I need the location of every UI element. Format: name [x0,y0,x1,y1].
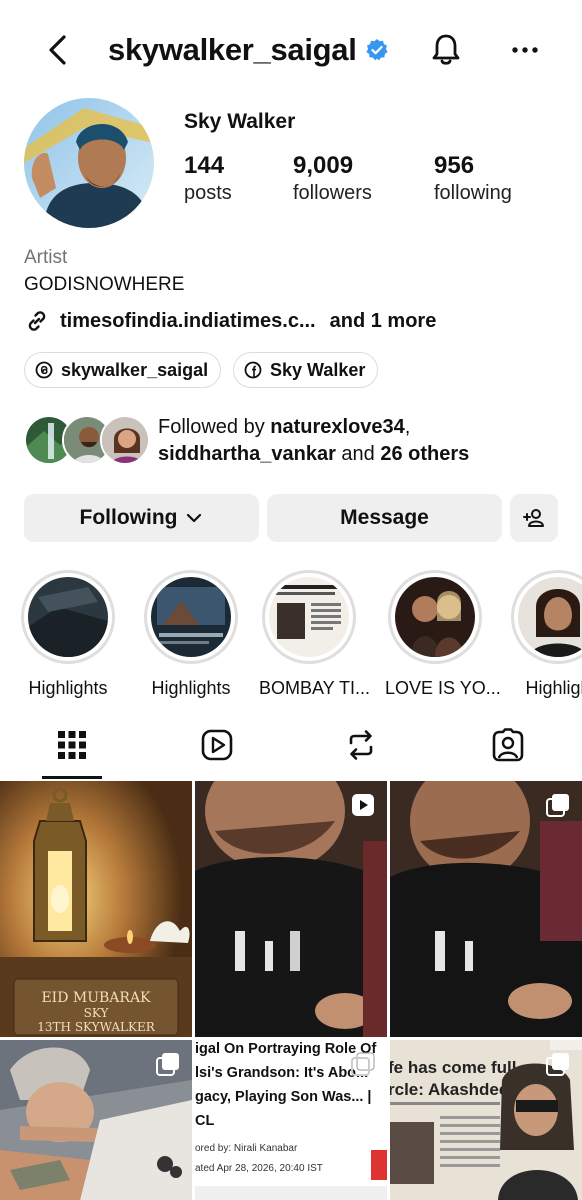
facebook-chip[interactable]: Sky Walker [233,352,379,388]
username-text: skywalker_saigal [108,32,357,67]
article-title-line4: CL [195,1113,214,1129]
highlight-label: Highligh [525,678,582,698]
highlight-cover [262,570,356,664]
reposts-icon [349,730,373,760]
add-person-icon [523,509,544,527]
highlight-cover [388,570,482,664]
highlight-item[interactable]: LOVE IS YO... [385,570,501,699]
eid-card-line1: EID MUBARAK [41,990,151,1006]
followers-stat[interactable]: 9,009 followers [293,152,372,205]
display-name: Sky Walker [184,110,296,133]
post-thumbnail[interactable] [195,781,387,1037]
newspaper-headline-line2: rcle: Akashdeep [390,1080,519,1099]
highlight-cover [21,570,115,664]
bio-link-text[interactable]: timesofindia.indiatimes.c... [60,310,316,333]
highlight-item[interactable]: Highlights [141,570,241,699]
highlight-label: LOVE IS YO... [385,678,501,698]
following-label: following [434,182,512,204]
mutual-user-1[interactable]: naturexlove34 [270,416,405,438]
eid-card-line3: 13TH SKYWALKER [37,1020,155,1034]
followers-count: 9,009 [293,152,354,179]
threads-chip-label: skywalker_saigal [61,359,209,380]
tab-tagged[interactable] [478,728,538,778]
highlight-label: Highlights [28,678,108,698]
highlight-cover [144,570,238,664]
post-thumbnail[interactable] [390,781,582,1037]
post-thumbnail[interactable] [0,1040,192,1200]
profile-bio: GODISNOWHERE [24,274,185,295]
bio-link[interactable]: timesofindia.indiatimes.c... and 1 more [24,306,436,336]
followed-by-separator: , [404,416,411,438]
carousel-badge-icon [156,1053,179,1076]
mutual-avatar [100,415,150,465]
profile-category: Artist [24,247,68,268]
following-button[interactable]: Following [24,494,259,542]
profile-tabs [0,718,582,780]
suggested-people-button[interactable] [510,494,558,542]
article-date: ated Apr 28, 2026, 20:40 IST [195,1163,323,1174]
highlight-item[interactable]: Highlights [18,570,118,699]
carousel-badge-icon [546,1053,569,1076]
article-byline: ored by: Nirali Kanabar [195,1143,298,1154]
threads-icon [35,361,53,379]
posts-grid: EID MUBARAK SKY 13TH SKYWALKER igal On P… [0,781,582,1200]
chevron-down-icon [187,513,202,523]
message-button-label: Message [340,506,429,529]
following-button-label: Following [79,506,178,529]
article-title-line1: igal On Portraying Role Of [195,1041,376,1057]
profile-header: skywalker_saigal [0,0,582,100]
highlight-item[interactable]: BOMBAY TI... [259,570,371,699]
followed-by-and: and [335,443,381,465]
mutual-followers-avatars[interactable] [24,415,150,467]
message-button[interactable]: Message [267,494,502,542]
verified-badge-icon [365,39,388,61]
following-count: 956 [434,152,475,179]
post-thumbnail[interactable]: fe has come full rcle: Akashdeep [390,1040,582,1200]
link-icon [28,311,46,331]
newspaper-headline-line1: fe has come full [390,1058,516,1077]
mutual-others[interactable]: 26 others [380,443,469,465]
facebook-chip-label: Sky Walker [270,359,366,380]
facebook-icon [244,361,262,379]
username-title: skywalker_saigal [108,30,389,70]
tab-reels[interactable] [187,728,247,778]
more-options-icon[interactable] [508,36,542,64]
following-stat[interactable]: 956 following [434,152,512,205]
grid-icon [58,731,86,759]
tab-posts-grid[interactable] [42,728,102,778]
followed-by-prefix: Followed by [158,416,271,438]
highlight-item[interactable]: Highligh [508,570,582,699]
highlight-cover [511,570,582,664]
highlight-label: Highlights [151,678,231,698]
article-title-line3: gacy, Playing Son Was... | [195,1089,372,1105]
active-tab-indicator [42,776,102,779]
article-title-line2: lsi's Grandson: It's Abo... [195,1065,368,1081]
threads-chip[interactable]: skywalker_saigal [24,352,222,388]
posts-stat[interactable]: 144 posts [184,152,232,205]
bell-icon[interactable] [428,30,464,70]
mutual-user-2[interactable]: siddhartha_vankar [158,443,336,465]
mutual-followers-text[interactable]: Followed by naturexlove34, siddhartha_va… [158,414,568,468]
posts-count: 144 [184,152,225,179]
reels-icon [201,729,233,761]
tagged-icon [492,728,524,762]
profile-avatar[interactable] [24,98,154,228]
tab-reposts[interactable] [331,728,391,778]
highlight-label: BOMBAY TI... [259,678,371,698]
followers-label: followers [293,182,372,204]
reel-badge-icon [352,794,374,816]
posts-label: posts [184,182,232,204]
post-thumbnail[interactable]: EID MUBARAK SKY 13TH SKYWALKER [0,781,192,1037]
eid-card-line2: SKY [84,1006,110,1020]
bio-link-more[interactable]: and 1 more [330,310,437,333]
carousel-badge-icon [351,1052,375,1076]
carousel-badge-icon [546,794,569,817]
back-arrow-icon[interactable] [40,30,76,70]
post-thumbnail[interactable]: igal On Portraying Role Of lsi's Grandso… [195,1040,387,1200]
